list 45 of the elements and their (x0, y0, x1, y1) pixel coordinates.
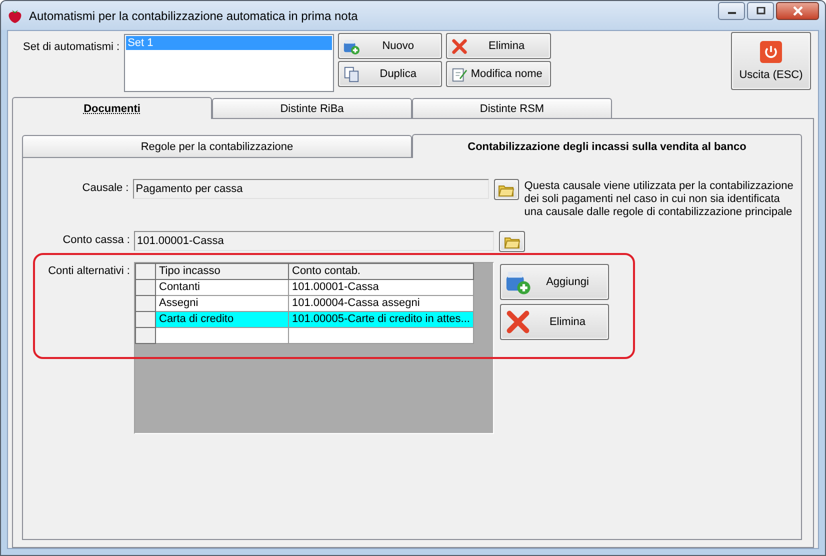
delete-icon (450, 38, 468, 54)
table-row[interactable]: Contanti 101.00001-Cassa (136, 280, 474, 296)
close-icon (790, 6, 804, 16)
causale-label: Causale : (81, 181, 130, 196)
table-row[interactable]: Carta di credito 101.00005-Carte di credito in attes... (136, 312, 474, 328)
edit-icon (450, 66, 468, 82)
row-header (136, 264, 156, 280)
box-plus-icon (342, 38, 360, 54)
conto-cassa-field[interactable]: 101.00001-Cassa (134, 231, 494, 251)
causale-note: Questa causale viene utilizzata per la contabilizzazione dei soli pagamenti nel caso in cui non sia identificata una causale dalle regole di contabilizzazione principale (524, 180, 794, 219)
close-button[interactable] (776, 2, 819, 20)
column-header[interactable]: Conto contab. (288, 264, 474, 280)
window-title: Automatismi per la contabilizzazione automatica in prima nota (29, 8, 359, 22)
table-cell: Carta di credito (156, 312, 288, 328)
browse-button[interactable] (494, 179, 520, 200)
browse-button[interactable] (499, 231, 525, 252)
tab[interactable]: Distinte RiBa (212, 98, 412, 118)
minimize-button[interactable] (718, 2, 745, 20)
delete-icon (505, 309, 531, 335)
maximize-button[interactable] (747, 2, 774, 20)
rename-button[interactable]: Modifica nome (446, 61, 551, 87)
folder-icon (498, 182, 514, 196)
column-header[interactable]: Tipo incasso (156, 264, 288, 280)
table-cell: 101.00005-Carte di credito in attes... (288, 312, 474, 328)
box-plus-icon (505, 269, 531, 295)
conto-cassa-label: Conto cassa : (62, 233, 131, 248)
exit-button[interactable]: Uscita (ESC) (731, 32, 811, 90)
table-cell: 101.00001-Cassa (288, 280, 474, 296)
causale-field[interactable]: Pagamento per cassa (132, 179, 489, 199)
copy-button[interactable]: Duplica (338, 61, 442, 87)
tab[interactable]: Distinte RSM (412, 98, 612, 118)
tab[interactable]: Contabilizzazione degli incassi sulla vendita al banco (412, 134, 802, 158)
folder-icon (504, 234, 520, 248)
table-cell: Contanti (156, 280, 288, 296)
tab[interactable]: Documenti (12, 97, 212, 119)
tab[interactable]: Regole per la contabilizzazione (22, 135, 412, 157)
delete-button[interactable]: Elimina (500, 304, 609, 340)
power-icon (760, 41, 782, 63)
new-button[interactable]: Nuovo (338, 33, 442, 59)
delete-button[interactable]: Elimina (446, 33, 551, 59)
strawberry-icon (7, 8, 23, 24)
set-label: Set di automatismi : (23, 41, 120, 55)
conti-alternativi-label: Conti alternativi : (47, 264, 131, 279)
copy-icon (342, 66, 360, 82)
add-button[interactable]: Aggiungi (500, 264, 609, 300)
